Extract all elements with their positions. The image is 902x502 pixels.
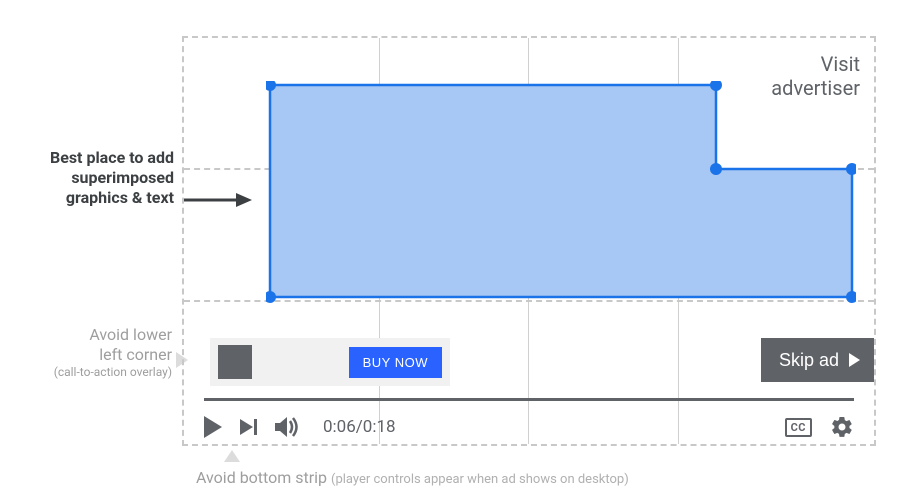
safe-zone-shape	[266, 81, 856, 301]
label-best-place: Best place to add superimposed graphics …	[20, 148, 174, 208]
grid-vline	[678, 38, 679, 444]
cta-thumbnail	[218, 345, 252, 379]
label-avoid-lower-left-line2: left corner	[99, 345, 172, 364]
cta-overlay[interactable]: BUY NOW	[210, 338, 450, 386]
volume-icon[interactable]	[275, 416, 301, 438]
label-avoid-bottom-sub: (player controls appear when ad shows on…	[331, 472, 629, 487]
label-avoid-lower-left-sub: (call-to-action overlay)	[28, 365, 172, 380]
grid-hline	[184, 300, 874, 302]
time-current: 0:06	[323, 417, 356, 437]
gear-icon[interactable]	[830, 415, 854, 439]
visit-advertiser-line2: advertiser	[771, 76, 860, 100]
buy-now-button[interactable]: BUY NOW	[349, 347, 442, 378]
video-player-frame: Visit advertiser BUY NOW Skip ad	[182, 36, 876, 446]
visit-advertiser-label[interactable]: Visit advertiser	[771, 52, 860, 100]
grid-hline	[184, 168, 874, 170]
skip-ad-play-icon	[849, 353, 860, 367]
skip-ad-label: Skip ad	[779, 350, 839, 371]
next-icon[interactable]	[240, 419, 257, 435]
cc-icon[interactable]: CC	[785, 418, 812, 437]
grid-vline	[528, 38, 529, 444]
label-avoid-bottom-text: Avoid bottom strip	[196, 468, 327, 487]
label-avoid-lower-left-line1: Avoid lower	[89, 325, 172, 344]
visit-advertiser-line1: Visit	[821, 52, 860, 76]
progress-bar[interactable]	[204, 398, 854, 401]
label-avoid-lower-left: Avoid lower left corner (call-to-action …	[28, 325, 172, 380]
pointer-bottom-icon	[224, 450, 240, 462]
play-icon[interactable]	[204, 416, 222, 438]
player-controls: 0:06/0:18 CC	[204, 410, 854, 444]
label-avoid-bottom: Avoid bottom strip (player controls appe…	[196, 468, 629, 487]
time-total: 0:18	[363, 417, 396, 437]
time-display: 0:06/0:18	[323, 417, 396, 437]
skip-ad-button[interactable]: Skip ad	[761, 338, 874, 382]
